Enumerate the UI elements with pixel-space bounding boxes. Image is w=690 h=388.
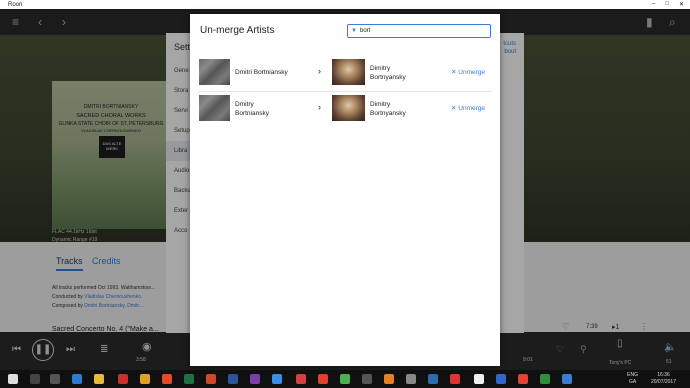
merge-row: Dmitry Bortniansky › Dimitry Bortnyansky…: [190, 90, 500, 128]
target-artist-name: Dimitry Bortnyansky: [370, 65, 406, 81]
app-icon[interactable]: [362, 374, 372, 384]
taskbar: ENG GA 16:36 20/07/2017: [0, 370, 690, 388]
language-indicator[interactable]: ENG GA: [627, 372, 638, 386]
app-icon[interactable]: [162, 374, 172, 384]
close-icon[interactable]: ✕: [679, 1, 684, 8]
app-icon[interactable]: [518, 374, 528, 384]
app-icon[interactable]: [118, 374, 128, 384]
unmerge-label: Unmerge: [458, 105, 485, 112]
source-artist-name: Dmitry Bortniansky: [235, 101, 269, 117]
merge-row: Dmitri Bortniansky › Dimitry Bortnyansky…: [190, 54, 500, 92]
unmerge-label: Unmerge: [458, 69, 485, 76]
merge-arrow-icon: ›: [318, 66, 321, 76]
clock-date: 20/07/2017: [650, 379, 676, 385]
app-icon[interactable]: [318, 374, 328, 384]
source-artist-name: Dmitri Bortniansky: [235, 69, 288, 76]
task-view-icon[interactable]: [50, 374, 60, 384]
artist-placeholder-image: [199, 59, 230, 85]
lang-text: ENG: [627, 372, 638, 378]
filter-icon: ▼: [351, 28, 357, 34]
window-titlebar: Roon – □ ✕: [0, 0, 690, 9]
app-icon[interactable]: [406, 374, 416, 384]
artist-placeholder-image: [199, 95, 230, 121]
roon-icon[interactable]: [474, 374, 484, 384]
app-icon[interactable]: [540, 374, 550, 384]
artist-portrait: [332, 59, 365, 85]
chrome-icon[interactable]: [340, 374, 350, 384]
clock-time: 16:36: [657, 372, 670, 378]
merge-arrow-icon: ›: [318, 102, 321, 112]
artist-portrait: [332, 95, 365, 121]
region-text: GA: [628, 379, 637, 385]
unmerge-button[interactable]: ✕ Unmerge: [451, 104, 485, 112]
app-icon[interactable]: [450, 374, 460, 384]
app-icon[interactable]: [296, 374, 306, 384]
app-icon[interactable]: [250, 374, 260, 384]
window-title: Roon: [8, 1, 23, 8]
app-icon[interactable]: [384, 374, 394, 384]
maximize-icon[interactable]: □: [665, 1, 669, 8]
app-icon[interactable]: [72, 374, 82, 384]
app-icon[interactable]: [140, 374, 150, 384]
unmerge-artists-modal: Un-merge Artists ▼ bort Dmitri Bortnians…: [190, 14, 500, 366]
app-icon[interactable]: [562, 374, 572, 384]
folder-icon[interactable]: [94, 374, 104, 384]
filter-input[interactable]: ▼ bort: [347, 24, 491, 38]
excel-icon[interactable]: [184, 374, 194, 384]
search-icon[interactable]: [30, 374, 40, 384]
minimize-icon[interactable]: –: [652, 1, 655, 8]
powerpoint-icon[interactable]: [206, 374, 216, 384]
modal-title: Un-merge Artists: [200, 25, 275, 36]
system-clock[interactable]: 16:36 20/07/2017: [651, 372, 676, 386]
app-icon[interactable]: [428, 374, 438, 384]
target-artist-name: Dimitry Bortnyansky: [370, 101, 406, 117]
app-icon[interactable]: [496, 374, 506, 384]
unmerge-button[interactable]: ✕ Unmerge: [451, 68, 485, 76]
start-icon[interactable]: [8, 374, 18, 384]
filter-value: bort: [360, 28, 371, 34]
word-icon[interactable]: [228, 374, 238, 384]
app-icon[interactable]: [272, 374, 282, 384]
